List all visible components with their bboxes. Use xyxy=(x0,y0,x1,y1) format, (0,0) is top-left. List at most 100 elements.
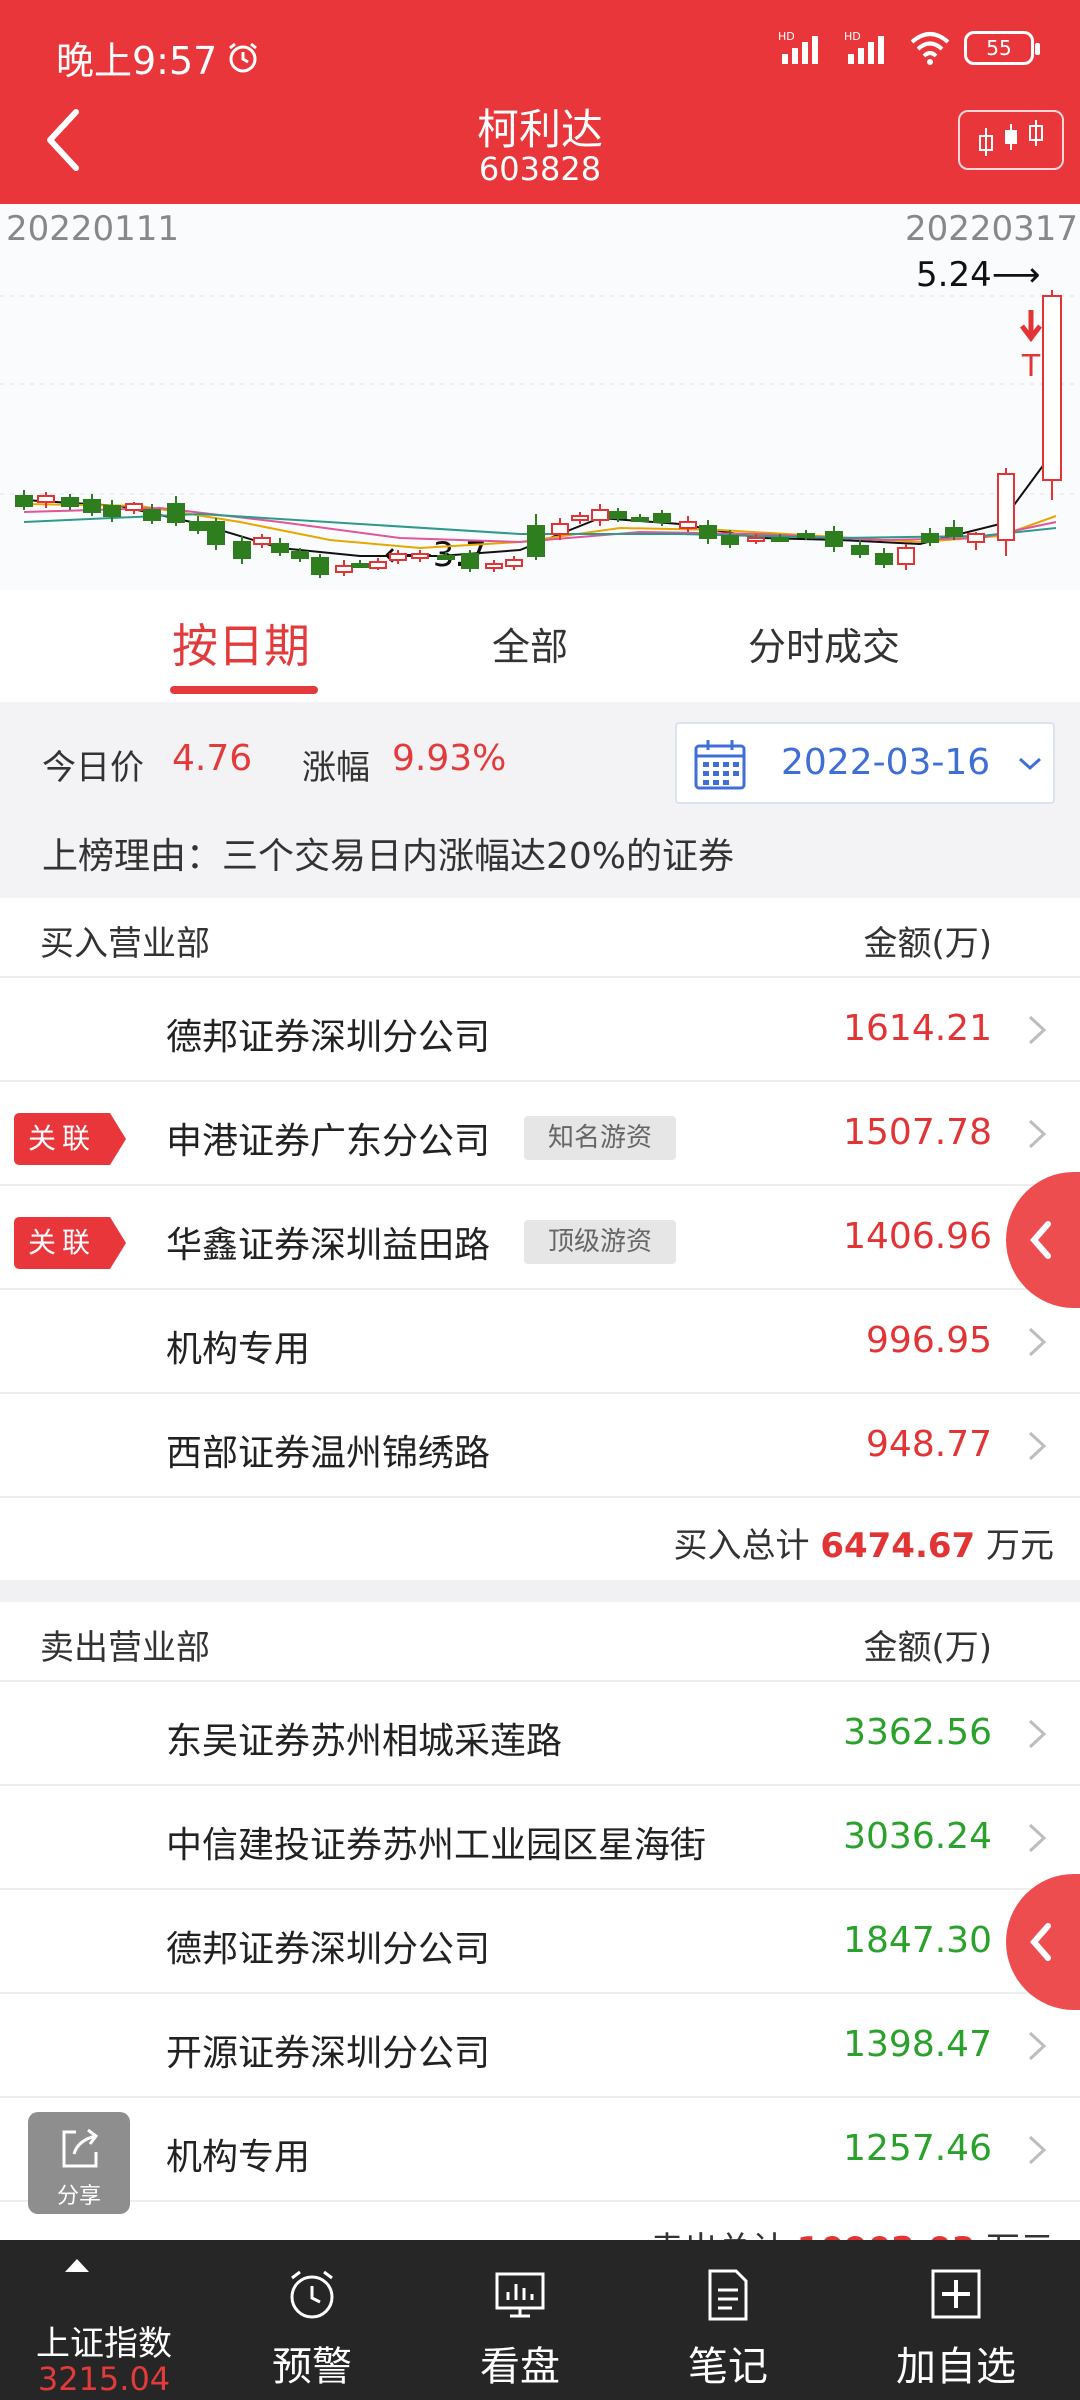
note-icon xyxy=(708,2269,748,2321)
chevron-right-icon xyxy=(1028,1015,1047,1045)
listing-reason: 上榜理由：三个交易日内涨幅达20%的证券 xyxy=(0,818,1080,898)
chart-start-date: 20220111 xyxy=(6,209,179,249)
price-value: 4.76 xyxy=(172,738,253,779)
sell-amount: 1398.47 xyxy=(843,2024,992,2065)
candle-body xyxy=(921,533,939,543)
broker-name: 德邦证券深圳分公司 xyxy=(166,1929,491,1970)
sell-amount: 3362.56 xyxy=(843,1712,992,1753)
candle-body xyxy=(291,551,309,559)
status-icons: HD HD 55 xyxy=(778,30,1040,66)
selected-date: 2022-03-16 xyxy=(781,742,991,783)
chevron-right-icon xyxy=(1028,1119,1047,1149)
candle-body xyxy=(271,543,289,553)
candle-body xyxy=(369,561,387,569)
candle-body xyxy=(571,515,589,521)
alarm-icon xyxy=(229,42,258,72)
signal-hd-label: HD xyxy=(778,30,795,43)
chevron-right-icon xyxy=(1028,1431,1047,1461)
nav-notes-label: 笔记 xyxy=(688,2344,768,2390)
candlestick-series xyxy=(15,290,1062,578)
kline-toggle-button[interactable] xyxy=(958,110,1064,170)
tab-by-date[interactable]: 按日期 xyxy=(172,610,310,676)
active-tab-indicator xyxy=(170,686,318,694)
chevron-right-icon xyxy=(1028,1719,1047,1749)
sell-row[interactable]: 德邦证券深圳分公司 1847.30 xyxy=(0,1890,1080,1994)
related-tag-label: 关联 xyxy=(27,1226,96,1259)
buy-amount: 1614.21 xyxy=(843,1008,992,1049)
candle-body xyxy=(631,517,649,522)
calendar-icon xyxy=(694,740,746,790)
nav-notes[interactable]: 笔记 xyxy=(624,2240,832,2400)
nav-add-watchlist[interactable]: 加自选 xyxy=(832,2240,1080,2400)
candle-body xyxy=(189,521,207,531)
tab-all[interactable]: 全部 xyxy=(492,616,568,671)
sell-row[interactable]: 机构专用 1257.46 xyxy=(0,2098,1080,2202)
change-value: 9.93% xyxy=(392,738,507,779)
candle-body xyxy=(609,511,627,519)
index-ticker[interactable]: 上证指数 3215.04 xyxy=(0,2240,208,2400)
buy-amount: 948.77 xyxy=(866,1424,992,1465)
candle-body xyxy=(233,541,251,559)
buy-row[interactable]: 关联 申港证券广东分公司 知名游资 1507.78 xyxy=(0,1082,1080,1186)
buy-row[interactable]: 德邦证券深圳分公司 1614.21 xyxy=(0,978,1080,1082)
buy-row[interactable]: 关联 华鑫证券深圳益田路 顶级游资 1406.96 xyxy=(0,1186,1080,1290)
status-time-text: 晚上9:57 xyxy=(56,39,218,83)
chevron-right-icon xyxy=(1028,1327,1047,1357)
bottom-nav: 上证指数 3215.04 预警 看盘 笔记 加自选 xyxy=(0,2240,1080,2400)
chevron-down-icon xyxy=(1018,757,1042,771)
candle-body xyxy=(897,547,915,565)
buy-row[interactable]: 西部证券温州锦绣路 948.77 xyxy=(0,1394,1080,1498)
sell-amount: 3036.24 xyxy=(843,1816,992,1857)
wifi-icon xyxy=(910,32,950,65)
broker-name: 中信建投证券苏州工业园区星海街 xyxy=(166,1825,707,1866)
sell-header-label: 卖出营业部 xyxy=(40,1628,210,1668)
share-icon xyxy=(62,2128,99,2168)
chart-marker-label: T xyxy=(1021,349,1041,384)
sell-row[interactable]: 开源证券深圳分公司 1398.47 xyxy=(0,1994,1080,2098)
sell-row[interactable]: 东吴证券苏州相城采莲路 3362.56 xyxy=(0,1682,1080,1786)
broker-name: 机构专用 xyxy=(166,1329,311,1370)
status-bar: 晚上9:57 HD HD 55 xyxy=(0,0,1080,100)
index-name: 上证指数 xyxy=(36,2324,172,2364)
broker-name: 开源证券深圳分公司 xyxy=(166,2033,491,2074)
candle-body xyxy=(997,473,1015,541)
chevron-right-icon xyxy=(1028,2031,1047,2061)
candle-body xyxy=(103,505,121,517)
sell-row[interactable]: 中信建投证券苏州工业园区星海街 3036.24 xyxy=(0,1786,1080,1890)
candle-body xyxy=(653,513,671,523)
trader-type-badge: 顶级游资 xyxy=(524,1220,677,1264)
buy-amount-header: 金额(万) xyxy=(863,924,992,964)
candle-body xyxy=(15,495,33,507)
candle-body xyxy=(825,531,843,547)
sell-amount: 1847.30 xyxy=(843,1920,992,1961)
buy-row[interactable]: 机构专用 996.95 xyxy=(0,1290,1080,1394)
buy-total-prefix: 买入总计 xyxy=(673,1526,810,1566)
sell-amount: 1257.46 xyxy=(843,2128,992,2169)
chevron-left-icon xyxy=(1030,1923,1051,1961)
monitor-chart-icon xyxy=(495,2272,545,2318)
tab-bar: 按日期 全部 分时成交 xyxy=(0,590,1080,702)
stock-code: 603828 xyxy=(478,150,602,188)
dragon-tiger-marker: T xyxy=(1020,310,1042,384)
buy-amount: 1406.96 xyxy=(843,1216,992,1257)
buy-amount: 1507.78 xyxy=(843,1112,992,1153)
buy-header-label: 买入营业部 xyxy=(40,924,210,964)
price-label: 今日价 xyxy=(42,748,144,788)
broker-name: 西部证券温州锦绣路 xyxy=(166,1433,491,1474)
index-value: 3215.04 xyxy=(37,2360,171,2398)
section-divider xyxy=(0,1580,1080,1602)
buy-total-unit: 万元 xyxy=(986,1526,1054,1566)
candle-body xyxy=(125,503,143,511)
tab-intraday-trades[interactable]: 分时成交 xyxy=(748,616,900,671)
nav-market-view[interactable]: 看盘 xyxy=(416,2240,624,2400)
nav-market-view-label: 看盘 xyxy=(480,2344,560,2390)
kline-chart[interactable]: 20220111 20220317 5.24⟶ ⟵3.7 T xyxy=(0,204,1080,590)
nav-alert[interactable]: 预警 xyxy=(208,2240,416,2400)
share-button[interactable]: 分享 xyxy=(28,2112,130,2214)
related-tag-label: 关联 xyxy=(27,1122,96,1155)
broker-name: 德邦证券深圳分公司 xyxy=(166,1017,491,1058)
date-picker[interactable]: 2022-03-16 xyxy=(675,722,1055,804)
candle-body xyxy=(351,563,369,568)
caret-up-icon xyxy=(65,2259,89,2272)
chevron-left-icon xyxy=(1030,1221,1051,1259)
